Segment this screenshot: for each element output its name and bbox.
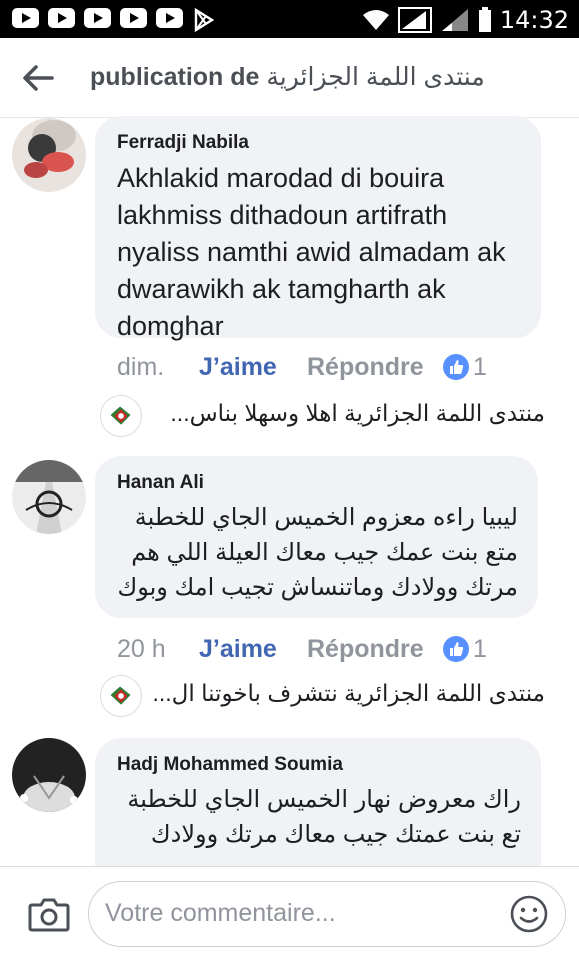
system-status: 14:32	[362, 6, 569, 34]
comment-text: ليبيا راءه معزوم الخميس الجاي للخطبة متع…	[117, 504, 518, 601]
avatar[interactable]	[12, 738, 86, 812]
title-prefix: publication de	[90, 63, 260, 91]
youtube-notification-icon	[48, 8, 75, 28]
back-arrow-icon[interactable]	[18, 58, 58, 98]
comment-bubble: Ferradji Nabila Akhlakid marodad di boui…	[95, 116, 541, 341]
comment-input[interactable]: Votre commentaire...	[88, 881, 566, 947]
like-button[interactable]: J’aime	[199, 635, 307, 664]
youtube-notification-icon	[120, 8, 147, 28]
play-store-icon	[194, 8, 215, 32]
thumbs-up-icon	[443, 636, 469, 662]
page-avatar	[100, 395, 142, 437]
comment-actions: dim. J’aime Répondre 1	[117, 350, 487, 384]
comment-timestamp: dim.	[117, 352, 165, 381]
battery-icon	[478, 7, 491, 32]
app-bar: publication de منتدى اللمة الجزائرية	[0, 38, 579, 118]
title-page-name: منتدى اللمة الجزائرية	[266, 63, 485, 91]
reply-author: منتدى اللمة الجزائرية	[344, 400, 545, 426]
page-avatar	[100, 675, 142, 717]
reply-button[interactable]: Répondre	[307, 635, 443, 664]
like-button[interactable]: J’aime	[199, 353, 307, 382]
clock: 14:32	[499, 6, 569, 34]
reply-snippet: نتشرف باخوتنا ال...	[152, 680, 338, 706]
reply-preview-text: منتدى اللمة الجزائرية نتشرف باخوتنا ال..…	[150, 680, 545, 707]
youtube-notification-icon	[84, 8, 111, 28]
comment-author[interactable]: Ferradji Nabila	[117, 132, 521, 154]
like-count-value: 1	[473, 634, 487, 663]
like-count[interactable]: 1	[443, 353, 487, 382]
comment-bubble: Hanan Ali ليبيا راءه معزوم الخميس الجاي …	[95, 456, 538, 618]
reply-button[interactable]: Répondre	[307, 353, 443, 382]
reply-snippet: اهلا وسهلا بناس...	[170, 400, 338, 426]
reply-preview[interactable]: منتدى اللمة الجزائرية اهلا وسهلا بناس...	[100, 394, 545, 438]
like-count[interactable]: 1	[443, 635, 487, 664]
avatar[interactable]	[12, 118, 86, 192]
youtube-notification-icon	[156, 8, 183, 28]
wifi-icon	[362, 10, 389, 30]
thumbs-up-icon	[443, 354, 469, 380]
comment-composer: Votre commentaire...	[0, 866, 579, 960]
comment-text: Akhlakid marodad di bouira lakhmiss dith…	[117, 163, 506, 341]
comment-author[interactable]: Hadj Mohammed Soumia	[117, 754, 521, 776]
comment-author[interactable]: Hanan Ali	[117, 472, 518, 494]
notification-icons	[12, 8, 216, 32]
emoji-icon[interactable]	[509, 894, 549, 934]
like-count-value: 1	[473, 352, 487, 381]
reply-author: منتدى اللمة الجزائرية	[344, 680, 545, 706]
page-title: publication de منتدى اللمة الجزائرية	[90, 62, 485, 92]
camera-icon[interactable]	[28, 895, 70, 933]
signal-icon	[397, 7, 432, 33]
youtube-notification-icon	[12, 8, 39, 28]
reply-preview[interactable]: منتدى اللمة الجزائرية نتشرف باخوتنا ال..…	[100, 674, 545, 718]
signal-icon	[441, 9, 468, 31]
comment-text: راك معروض نهار الخميس الجاي للخطبة تع بن…	[127, 786, 521, 848]
comment-actions: 20 h J’aime Répondre 1	[117, 632, 487, 666]
status-bar: 14:32	[0, 0, 579, 38]
comment-input-placeholder: Votre commentaire...	[105, 899, 336, 927]
reply-preview-text: منتدى اللمة الجزائرية اهلا وسهلا بناس...	[150, 400, 545, 427]
avatar[interactable]	[12, 460, 86, 534]
comment-timestamp: 20 h	[117, 634, 166, 663]
